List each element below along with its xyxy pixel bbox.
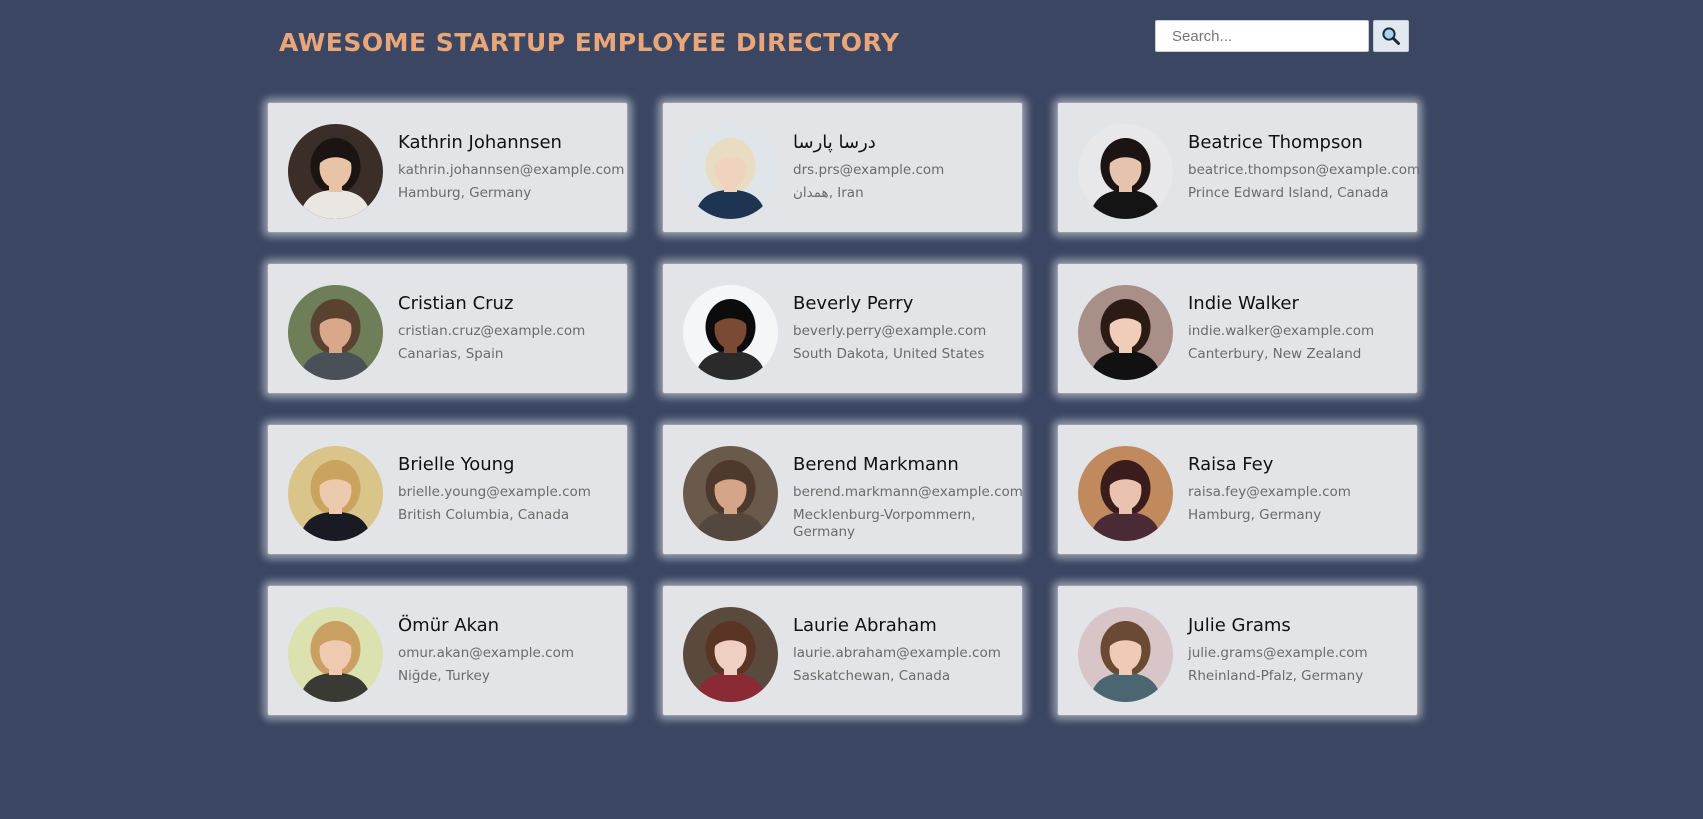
employee-email: indie.walker@example.com [1188, 323, 1375, 339]
avatar [683, 607, 778, 702]
employee-card[interactable]: Cristian Cruz cristian.cruz@example.com … [267, 263, 628, 394]
employee-gallery: Kathrin Johannsen kathrin.johannsen@exam… [267, 102, 1421, 716]
avatar [683, 446, 778, 541]
employee-info: Cristian Cruz cristian.cruz@example.com … [398, 285, 585, 369]
employee-email: berend.markmann@example.com [793, 484, 1023, 500]
employee-email: brielle.young@example.com [398, 484, 591, 500]
employee-email: cristian.cruz@example.com [398, 323, 586, 339]
employee-card[interactable]: Raisa Fey raisa.fey@example.com Hamburg,… [1057, 424, 1418, 555]
employee-info: Indie Walker indie.walker@example.com Ca… [1188, 285, 1374, 369]
page-title: AWESOME STARTUP EMPLOYEE DIRECTORY [279, 28, 900, 57]
employee-info: Beatrice Thompson beatrice.thompson@exam… [1188, 124, 1421, 208]
employee-email: omur.akan@example.com [398, 645, 574, 661]
employee-card[interactable]: Indie Walker indie.walker@example.com Ca… [1057, 263, 1418, 394]
employee-info: Berend Markmann berend.markmann@example.… [793, 446, 1023, 547]
avatar [1078, 124, 1173, 219]
portrait-image [1078, 446, 1173, 541]
employee-name: Kathrin Johannsen [398, 132, 562, 153]
portrait-image [683, 446, 778, 541]
search-input[interactable] [1155, 20, 1369, 52]
employee-info: درسا پارسا drs.prs@example.com همدان, Ir… [793, 124, 944, 208]
portrait-image [683, 124, 778, 219]
employee-location: Rheinland-Pfalz, Germany [1188, 668, 1364, 684]
employee-location: Prince Edward Island, Canada [1188, 185, 1389, 201]
avatar [288, 446, 383, 541]
portrait-image [288, 124, 383, 219]
employee-location: همدان, Iran [793, 185, 864, 201]
employee-location: Saskatchewan, Canada [793, 668, 951, 684]
avatar [288, 607, 383, 702]
employee-info: Raisa Fey raisa.fey@example.com Hamburg,… [1188, 446, 1351, 530]
employee-card[interactable]: Kathrin Johannsen kathrin.johannsen@exam… [267, 102, 628, 233]
employee-location: Hamburg, Germany [398, 185, 532, 201]
employee-email: raisa.fey@example.com [1188, 484, 1351, 500]
avatar [683, 285, 778, 380]
employee-name: Brielle Young [398, 454, 515, 475]
avatar [1078, 285, 1173, 380]
employee-info: Beverly Perry beverly.perry@example.com … [793, 285, 986, 369]
employee-card[interactable]: Julie Grams julie.grams@example.com Rhei… [1057, 585, 1418, 716]
employee-location: South Dakota, United States [793, 346, 985, 362]
portrait-image [288, 446, 383, 541]
employee-info: Kathrin Johannsen kathrin.johannsen@exam… [398, 124, 625, 208]
portrait-image [1078, 285, 1173, 380]
employee-name: Ömür Akan [398, 615, 500, 636]
employee-name: Cristian Cruz [398, 293, 514, 314]
employee-location: Mecklenburg-Vorpommern, Germany [793, 507, 976, 540]
portrait-image [1078, 124, 1173, 219]
employee-location: Canterbury, New Zealand [1188, 346, 1362, 362]
portrait-image [288, 607, 383, 702]
portrait-image [683, 607, 778, 702]
employee-info: Brielle Young brielle.young@example.com … [398, 446, 591, 530]
search-form [1155, 20, 1409, 52]
portrait-image [683, 285, 778, 380]
employee-email: julie.grams@example.com [1188, 645, 1368, 661]
employee-email: beverly.perry@example.com [793, 323, 987, 339]
employee-name: Berend Markmann [793, 454, 959, 475]
employee-card[interactable]: Laurie Abraham laurie.abraham@example.co… [662, 585, 1023, 716]
employee-info: Ömür Akan omur.akan@example.com Niğde, T… [398, 607, 574, 691]
employee-name: Julie Grams [1188, 615, 1291, 636]
avatar [288, 285, 383, 380]
employee-name: Beverly Perry [793, 293, 914, 314]
employee-card[interactable]: Beverly Perry beverly.perry@example.com … [662, 263, 1023, 394]
employee-card[interactable]: Beatrice Thompson beatrice.thompson@exam… [1057, 102, 1421, 233]
employee-email: laurie.abraham@example.com [793, 645, 1001, 661]
employee-email: kathrin.johannsen@example.com [398, 162, 625, 178]
avatar [1078, 607, 1173, 702]
employee-location: Canarias, Spain [398, 346, 504, 362]
employee-card[interactable]: Ömür Akan omur.akan@example.com Niğde, T… [267, 585, 628, 716]
employee-name: Beatrice Thompson [1188, 132, 1363, 153]
employee-location: Niğde, Turkey [398, 668, 490, 684]
employee-name: Laurie Abraham [793, 615, 937, 636]
employee-name: Raisa Fey [1188, 454, 1274, 475]
employee-location: Hamburg, Germany [1188, 507, 1322, 523]
employee-name: درسا پارسا [793, 132, 876, 153]
search-button[interactable] [1373, 20, 1409, 52]
employee-location: British Columbia, Canada [398, 507, 570, 523]
employee-email: drs.prs@example.com [793, 162, 945, 178]
employee-info: Julie Grams julie.grams@example.com Rhei… [1188, 607, 1368, 691]
portrait-image [1078, 607, 1173, 702]
avatar [683, 124, 778, 219]
avatar [1078, 446, 1173, 541]
employee-email: beatrice.thompson@example.com [1188, 162, 1421, 178]
employee-card[interactable]: درسا پارسا drs.prs@example.com همدان, Ir… [662, 102, 1023, 233]
search-icon [1382, 27, 1400, 45]
portrait-image [288, 285, 383, 380]
avatar [288, 124, 383, 219]
employee-info: Laurie Abraham laurie.abraham@example.co… [793, 607, 1001, 691]
employee-card[interactable]: Berend Markmann berend.markmann@example.… [662, 424, 1023, 555]
employee-card[interactable]: Brielle Young brielle.young@example.com … [267, 424, 628, 555]
employee-name: Indie Walker [1188, 293, 1299, 314]
